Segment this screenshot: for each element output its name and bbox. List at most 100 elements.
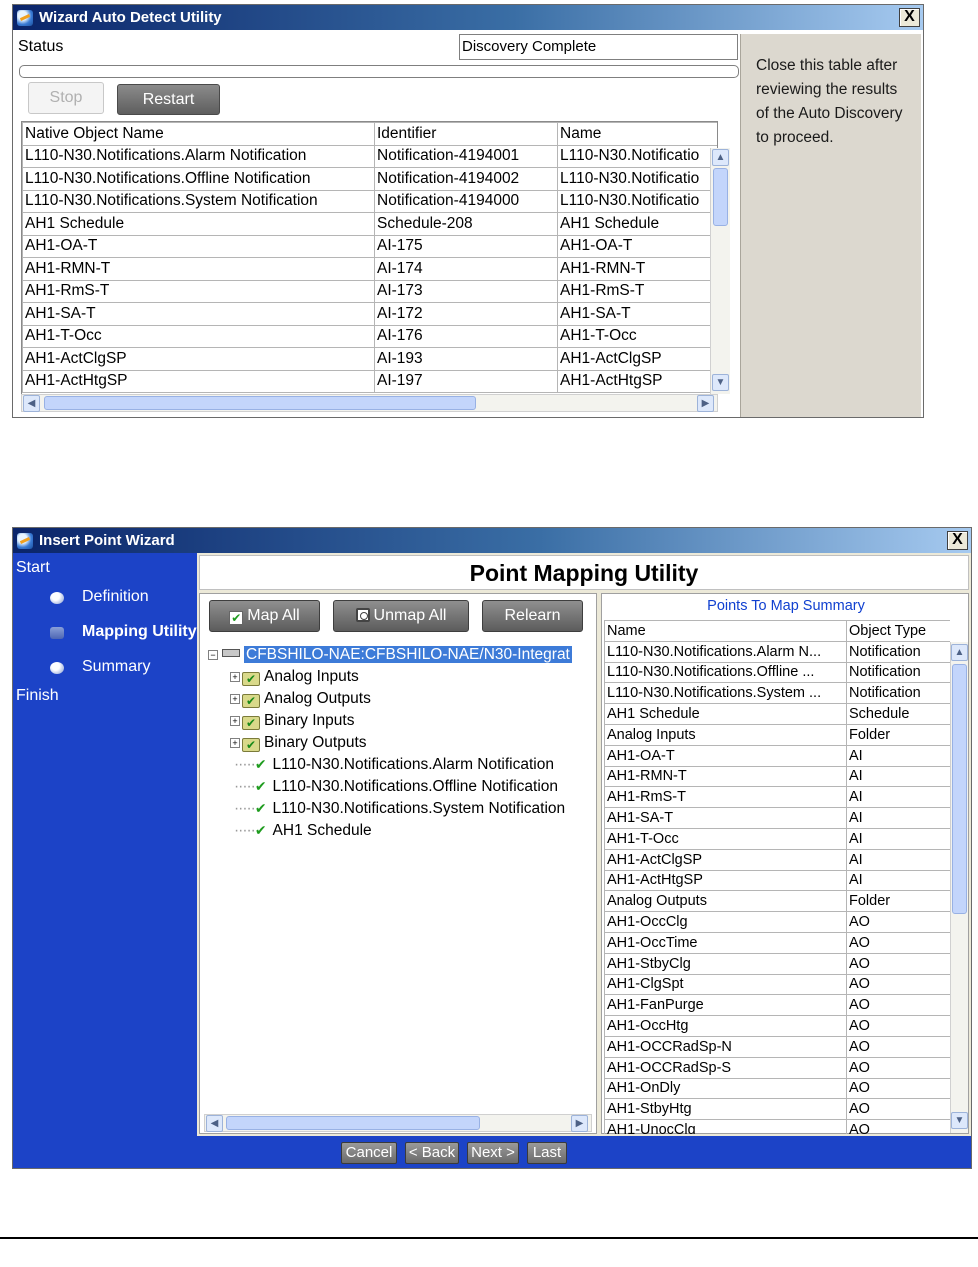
table-cell: Notification-4194002 [374, 167, 558, 191]
table-cell: AI-174 [374, 257, 558, 281]
step-summary[interactable]: Summary [82, 658, 150, 676]
step-mapping-utility[interactable]: Mapping Utility [82, 623, 197, 641]
stop-button[interactable]: Stop [28, 82, 104, 114]
scroll-right-icon[interactable]: ▶ [571, 1115, 588, 1132]
horizontal-scrollbar[interactable]: ◀ ▶ [204, 1114, 592, 1132]
table-row[interactable]: L110-N30.Notifications.System Notificati… [22, 189, 717, 213]
table-row[interactable]: AH1-OA-T AI [604, 744, 950, 767]
step-definition[interactable]: Definition [82, 588, 149, 606]
table-cell: AO [846, 1056, 950, 1079]
table-row[interactable]: AH1-ActClgSP AI [604, 848, 950, 871]
scroll-thumb[interactable] [226, 1116, 480, 1130]
tree-leaf[interactable]: ·····✔ L110-N30.Notifications.Alarm Notif… [234, 754, 554, 775]
scroll-up-icon[interactable]: ▲ [951, 644, 968, 661]
table-row[interactable]: L110-N30.Notifications.Alarm N... Notific… [604, 640, 950, 663]
table-cell: AH1-ClgSpt [604, 973, 847, 996]
folder-checked-icon: ✔ [242, 738, 260, 752]
table-row[interactable]: AH1-RMN-T AI-174 AH1-RMN-T [22, 257, 717, 281]
expand-icon[interactable]: + [230, 738, 240, 748]
restart-button[interactable]: Restart [117, 84, 220, 115]
tree-folder[interactable]: + ✔ Analog Outputs [230, 688, 371, 709]
relearn-button[interactable]: Relearn [482, 600, 583, 632]
table-row[interactable]: AH1-SA-T AI-172 AH1-SA-T [22, 302, 717, 326]
table-row[interactable]: AH1-T-Occ AI [604, 827, 950, 850]
page-title: Point Mapping Utility [199, 555, 969, 590]
table-row[interactable]: L110-N30.Notifications.Offline ... Notifi… [604, 661, 950, 684]
scroll-up-icon[interactable]: ▲ [712, 149, 729, 166]
table-row[interactable]: AH1-StbyHtg AO [604, 1098, 950, 1121]
auto-detect-titlebar[interactable]: Wizard Auto Detect Utility X [13, 5, 923, 30]
table-row[interactable]: AH1-T-Occ AI-176 AH1-T-Occ [22, 324, 717, 348]
scroll-left-icon[interactable]: ◀ [206, 1115, 223, 1132]
table-cell: AI [846, 807, 950, 829]
back-button[interactable]: < Back [405, 1142, 459, 1164]
table-row[interactable]: AH1-ActClgSP AI-193 AH1-ActClgSP [22, 347, 717, 371]
table-row[interactable]: AH1-OCCRadSp-S AO [604, 1056, 950, 1079]
column-header[interactable]: Name [604, 620, 847, 642]
column-header[interactable]: Name [557, 122, 717, 146]
scroll-down-icon[interactable]: ▼ [712, 374, 729, 391]
close-button[interactable]: X [899, 8, 920, 27]
table-row[interactable]: AH1-FanPurge AO [604, 994, 950, 1017]
table-row[interactable]: AH1-OA-T AI-175 AH1-OA-T [22, 234, 717, 258]
table-row[interactable]: AH1 Schedule Schedule-208 AH1 Schedule [22, 212, 717, 236]
expand-icon[interactable]: + [230, 672, 240, 682]
tree-folder[interactable]: + ✔ Binary Outputs [230, 732, 367, 753]
table-row[interactable]: AH1-OccClg AO [604, 911, 950, 933]
table-row[interactable]: AH1-StbyClg AO [604, 952, 950, 975]
tree-leaf[interactable]: ·····✔ L110-N30.Notifications.Offline Not… [234, 776, 558, 797]
status-field: Discovery Complete [459, 34, 738, 60]
tree-leaf[interactable]: ·····✔ AH1 Schedule [234, 820, 372, 841]
vertical-scrollbar[interactable]: ▲ ▼ [950, 642, 968, 1133]
scroll-down-icon[interactable]: ▼ [951, 1112, 968, 1129]
expand-icon[interactable]: + [230, 694, 240, 704]
table-row[interactable]: AH1-OnDly AO [604, 1077, 950, 1100]
scroll-thumb[interactable] [952, 664, 967, 914]
table-row[interactable]: L110-N30.Notifications.Offline Notificat… [22, 167, 717, 191]
table-row[interactable]: AH1-ActHtgSP AI-197 AH1-ActHtgSP [22, 369, 717, 393]
last-button[interactable]: Last [527, 1142, 567, 1164]
folder-checked-icon: ✔ [242, 672, 260, 686]
table-cell: AO [846, 1015, 950, 1037]
table-row[interactable]: AH1-RMN-T AI [604, 765, 950, 788]
column-header[interactable]: Identifier [374, 122, 558, 146]
table-row[interactable]: AH1-OccTime AO [604, 931, 950, 954]
tree-root[interactable]: − CFBSHILO-NAE:CFBSHILO-NAE/N30-Integrat [208, 644, 572, 665]
tree-leaf[interactable]: ·····✔ L110-N30.Notifications.System Noti… [234, 798, 565, 819]
table-row[interactable]: Analog Outputs Folder [604, 890, 950, 913]
map-all-button[interactable]: ✔ Map All [209, 600, 320, 632]
table-row[interactable]: AH1-OCCRadSp-N AO [604, 1035, 950, 1058]
scroll-thumb[interactable] [44, 396, 476, 410]
collapse-icon[interactable]: − [208, 650, 218, 660]
table-row[interactable]: AH1-UnocClg AO [604, 1119, 950, 1134]
table-row[interactable]: L110-N30.Notifications.Alarm Notificatio… [22, 144, 717, 168]
table-row[interactable]: AH1-ClgSpt AO [604, 973, 950, 996]
vertical-scrollbar[interactable]: ▲ ▼ [710, 148, 730, 394]
auto-detect-window: Wizard Auto Detect Utility X Status Disc… [12, 4, 924, 418]
table-cell: AI-175 [374, 234, 558, 258]
close-button[interactable]: X [947, 531, 968, 550]
tree-folder[interactable]: + ✔ Binary Inputs [230, 710, 354, 731]
scroll-right-icon[interactable]: ▶ [697, 395, 714, 412]
step-finish: Finish [16, 687, 59, 704]
table-row[interactable]: Analog Inputs Folder [604, 723, 950, 746]
scroll-left-icon[interactable]: ◀ [23, 395, 40, 412]
expand-icon[interactable]: + [230, 716, 240, 726]
table-row[interactable]: AH1 Schedule Schedule [604, 703, 950, 725]
column-header[interactable]: Native Object Name [22, 122, 375, 146]
table-row[interactable]: AH1-SA-T AI [604, 807, 950, 829]
unmap-all-button[interactable]: Unmap All [333, 600, 469, 632]
table-row[interactable]: AH1-OccHtg AO [604, 1015, 950, 1037]
cancel-button[interactable]: Cancel [341, 1142, 397, 1164]
table-row[interactable]: AH1-RmS-T AI [604, 786, 950, 809]
table-row[interactable]: AH1-RmS-T AI-173 AH1-RmS-T [22, 279, 717, 303]
unmap-all-label: Unmap All [373, 607, 447, 624]
scroll-thumb[interactable] [713, 168, 728, 226]
next-button[interactable]: Next > [467, 1142, 519, 1164]
tree-folder[interactable]: + ✔ Analog Inputs [230, 666, 359, 687]
table-row[interactable]: AH1-ActHtgSP AI [604, 869, 950, 892]
column-header[interactable]: Object Type [846, 620, 950, 642]
horizontal-scrollbar[interactable]: ◀ ▶ [21, 394, 718, 412]
table-row[interactable]: L110-N30.Notifications.System ... Notific… [604, 682, 950, 705]
insert-point-titlebar[interactable]: Insert Point Wizard X [13, 528, 971, 553]
